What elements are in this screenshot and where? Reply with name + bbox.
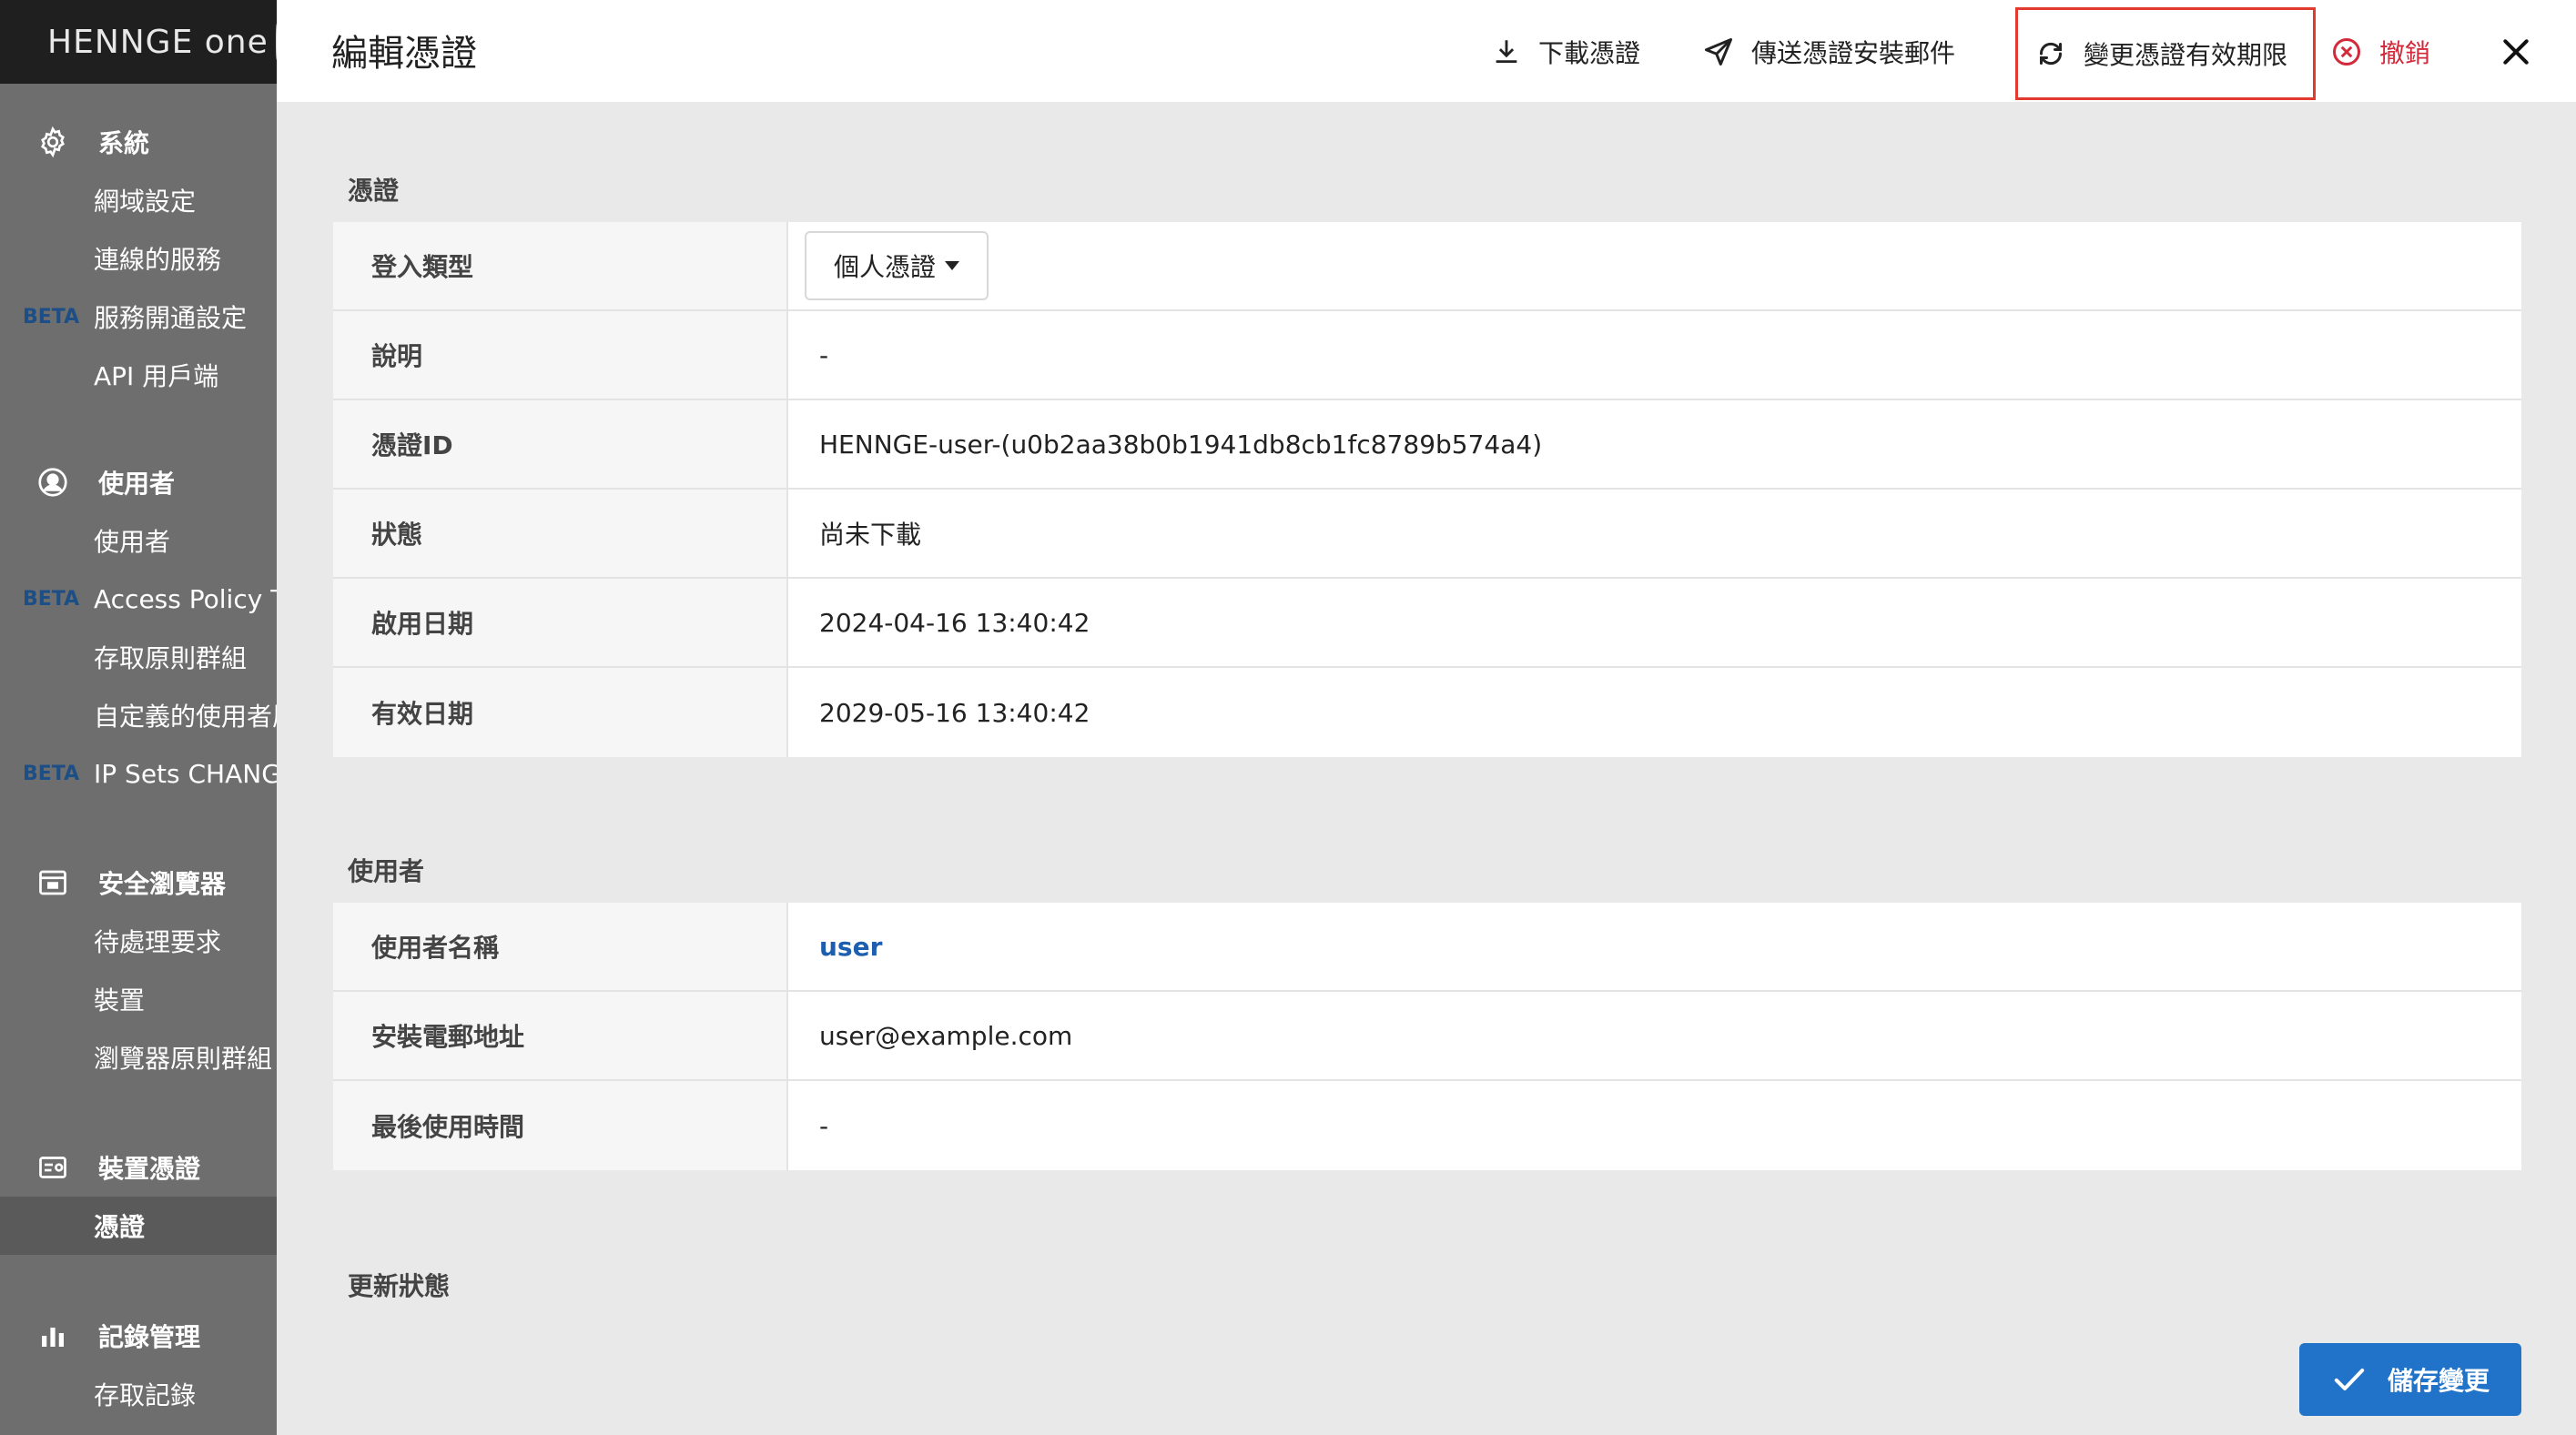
- table-row: 最後使用時間 -: [333, 1081, 2521, 1170]
- logo[interactable]: HENNGE one: [0, 0, 277, 84]
- edit-certificate-panel: 編輯憑證 下載憑證 傳送憑證安裝郵件 變更憑證有效期限 撤銷 憑證 登入類型 個…: [277, 0, 2576, 1435]
- table-row: 有效日期 2029-05-16 13:40:42: [333, 668, 2521, 757]
- bar-chart-icon: [35, 1318, 71, 1354]
- sidebar-section-users: 使用者 使用者 BETA Access Policy Te 存取原則群組 自定義…: [0, 453, 277, 803]
- download-certificate-button[interactable]: 下載憑證: [1491, 25, 1640, 78]
- certificate-info-card: 登入類型 個人憑證 說明 - 憑證ID HENNGE-user-(u0b2aa3…: [333, 222, 2521, 757]
- send-icon: [1705, 38, 1732, 66]
- sidebar-item-pending-requests[interactable]: 待處理要求: [0, 912, 277, 970]
- download-icon: [1496, 40, 1517, 64]
- panel-header: 編輯憑證 下載憑證 傳送憑證安裝郵件 變更憑證有效期限 撤銷: [277, 0, 2576, 102]
- sidebar-item-users[interactable]: 使用者: [0, 511, 277, 570]
- sidebar-section-device-certificates: 裝置憑證 憑證: [0, 1138, 277, 1255]
- sidebar-item-custom-user-attributes[interactable]: 自定義的使用者屬: [0, 686, 277, 744]
- sidebar-item-api-clients[interactable]: API 用戶端: [0, 346, 277, 404]
- certificate-section-title: 憑證: [348, 176, 400, 206]
- sidebar-item-access-policy-groups[interactable]: 存取原則群組: [0, 628, 277, 686]
- sidebar-heading-device-certificates[interactable]: 裝置憑證: [0, 1138, 277, 1197]
- change-validity-button[interactable]: 變更憑證有效期限: [2015, 7, 2317, 100]
- sidebar-section-system: 系統 網域設定 連線的服務 BETA 服務開通設定 API 用戶端: [0, 113, 277, 404]
- user-section-title: 使用者: [348, 856, 425, 886]
- table-row: 登入類型 個人憑證: [333, 222, 2521, 311]
- page-title: 編輯憑證: [331, 33, 477, 75]
- caret-down-icon: [945, 261, 960, 270]
- table-row: 啟用日期 2024-04-16 13:40:42: [333, 579, 2521, 668]
- table-row: 使用者名稱 user: [333, 903, 2521, 992]
- close-button[interactable]: [2498, 25, 2551, 78]
- beta-badge: BETA: [23, 305, 80, 328]
- save-changes-button[interactable]: 儲存變更: [2299, 1343, 2521, 1416]
- gear-icon: [35, 124, 71, 160]
- sidebar-item-browser-policy-groups[interactable]: 瀏覽器原則群組: [0, 1028, 277, 1086]
- sidebar-item-domain-settings[interactable]: 網域設定: [0, 171, 277, 229]
- sidebar-item-provisioning[interactable]: BETA 服務開通設定: [0, 288, 277, 346]
- username-link[interactable]: user: [788, 903, 2521, 990]
- beta-badge: BETA: [23, 762, 80, 785]
- sidebar-item-ip-sets[interactable]: BETA IP Sets CHANGE: [0, 744, 277, 803]
- send-install-email-button[interactable]: 傳送憑證安裝郵件: [1702, 25, 1955, 78]
- sidebar-item-access-logs[interactable]: 存取記錄: [0, 1365, 277, 1423]
- login-type-select[interactable]: 個人憑證: [805, 231, 989, 300]
- user-info-card: 使用者名稱 user 安裝電郵地址 user@example.com 最後使用時…: [333, 903, 2521, 1170]
- table-row: 安裝電郵地址 user@example.com: [333, 992, 2521, 1081]
- revoke-button[interactable]: 撤銷: [2330, 25, 2430, 78]
- sidebar-item-devices[interactable]: 裝置: [0, 970, 277, 1028]
- logo-text: HENNGE one: [47, 23, 269, 61]
- browser-window-icon: [35, 864, 71, 901]
- sidebar-section-log-management: 記錄管理 存取記錄: [0, 1307, 277, 1423]
- sidebar-item-connected-services[interactable]: 連線的服務: [0, 229, 277, 288]
- revoke-circle-x-icon: [2333, 38, 2360, 66]
- close-icon: [2503, 39, 2529, 65]
- sidebar-section-secure-browser: 安全瀏覽器 待處理要求 裝置 瀏覽器原則群組: [0, 854, 277, 1086]
- update-status-section-title: 更新狀態: [348, 1271, 451, 1301]
- refresh-icon: [2039, 42, 2063, 66]
- table-row: 憑證ID HENNGE-user-(u0b2aa38b0b1941db8cb1f…: [333, 400, 2521, 490]
- beta-badge: BETA: [23, 587, 80, 611]
- sidebar-heading-users[interactable]: 使用者: [0, 453, 277, 511]
- sidebar-heading-secure-browser[interactable]: 安全瀏覽器: [0, 854, 277, 912]
- certificate-card-icon: [35, 1149, 71, 1186]
- sidebar-item-certificates[interactable]: 憑證: [0, 1197, 277, 1255]
- user-circle-icon: [35, 464, 71, 500]
- sidebar: HENNGE one 系統 網域設定 連線的服務 BETA 服務開通設定 API…: [0, 0, 277, 1435]
- sidebar-heading-log-management[interactable]: 記錄管理: [0, 1307, 277, 1365]
- table-row: 狀態 尚未下載: [333, 490, 2521, 579]
- table-row: 說明 -: [333, 311, 2521, 400]
- sidebar-heading-system[interactable]: 系統: [0, 113, 277, 171]
- sidebar-item-access-policy-templates[interactable]: BETA Access Policy Te: [0, 570, 277, 628]
- checkmark-icon: [2334, 1369, 2365, 1390]
